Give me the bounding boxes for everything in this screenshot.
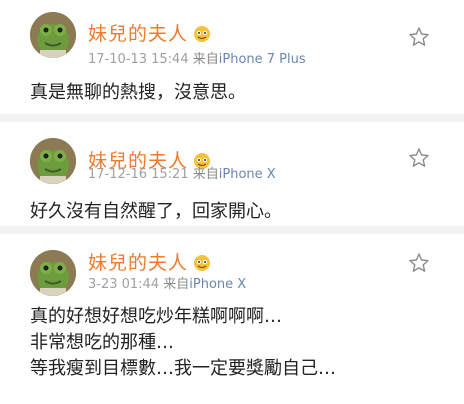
post-text-line: 真的好想好想吃炒年糕啊啊啊… — [30, 306, 282, 327]
post-text-line: 真是無聊的熱搜，沒意思。 — [30, 82, 246, 103]
emoji-badge-icon — [192, 25, 212, 43]
post-text-line: 等我瘦到目標數…我一定要獎勵自己… — [30, 358, 336, 379]
post-card: 妹兒的夫人 17-10-13 15:44 来自iPhone 7 Plus 真是無… — [0, 0, 464, 122]
source-label: 来自 — [192, 167, 219, 182]
device-link[interactable]: iPhone X — [189, 277, 246, 292]
star-icon[interactable] — [408, 26, 430, 48]
post-time: 17-10-13 15:44 — [88, 52, 189, 67]
post-meta: 17-12-16 15:21 来自iPhone X — [88, 167, 276, 183]
post-meta: 17-10-13 15:44 来自iPhone 7 Plus — [88, 52, 306, 68]
divider — [0, 226, 464, 234]
post-text: 真的好想好想吃炒年糕啊啊啊… 非常想吃的那種… 等我瘦到目標數…我一定要獎勵自己… — [30, 304, 336, 382]
post-time: 3-23 01:44 — [88, 277, 160, 292]
divider — [0, 114, 464, 122]
post-meta: 3-23 01:44 来自iPhone X — [88, 277, 246, 293]
star-icon[interactable] — [408, 252, 430, 274]
username-link[interactable]: 妹兒的夫人 — [88, 251, 188, 275]
post-text: 好久沒有自然醒了，回家開心。 — [30, 199, 282, 225]
device-link[interactable]: iPhone 7 Plus — [219, 52, 306, 67]
post-text-line: 非常想吃的那種… — [30, 332, 174, 353]
emoji-badge-icon — [192, 254, 212, 272]
post-time: 17-12-16 15:21 — [88, 167, 189, 182]
username-row: 妹兒的夫人 — [88, 251, 212, 275]
source-label: 来自 — [192, 52, 219, 67]
post-card: 妹兒的夫人 3-23 01:44 来自iPhone X 真的好想好想吃炒年糕啊啊… — [0, 234, 464, 404]
post-text: 真是無聊的熱搜，沒意思。 — [30, 80, 246, 106]
post-text-line: 好久沒有自然醒了，回家開心。 — [30, 201, 282, 222]
weibo-feed: 妹兒的夫人 17-10-13 15:44 来自iPhone 7 Plus 真是無… — [0, 0, 464, 404]
device-link[interactable]: iPhone X — [219, 167, 276, 182]
post-card: 妹兒的夫人 17-12-16 15:21 来自iPhone X 好久沒有自然醒了… — [0, 122, 464, 234]
frog-avatar-icon[interactable] — [30, 138, 76, 184]
username-row: 妹兒的夫人 — [88, 22, 212, 46]
frog-avatar-icon[interactable] — [30, 12, 76, 58]
frog-avatar-icon[interactable] — [30, 250, 76, 296]
star-icon[interactable] — [408, 147, 430, 169]
source-label: 来自 — [163, 277, 190, 292]
username-link[interactable]: 妹兒的夫人 — [88, 22, 188, 46]
